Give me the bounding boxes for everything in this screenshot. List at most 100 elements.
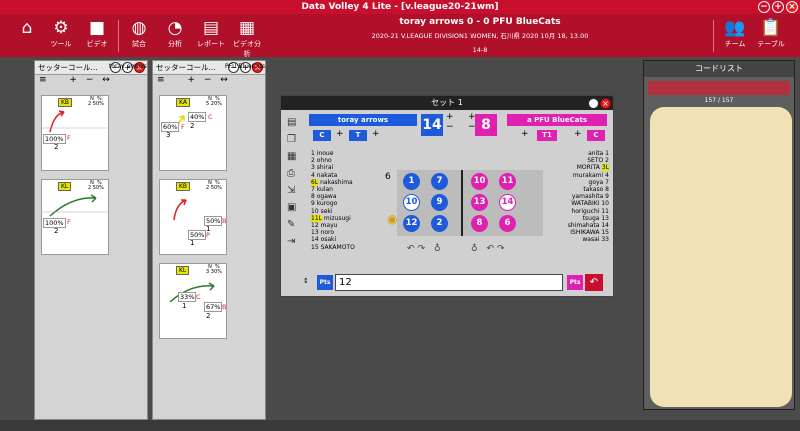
menu-icon[interactable]: ≡ bbox=[39, 75, 47, 85]
export-icon[interactable]: ⇲ bbox=[287, 182, 301, 199]
close-button[interactable]: × bbox=[600, 98, 611, 109]
roster-row[interactable]: wasai 33 bbox=[543, 236, 609, 243]
away-player[interactable]: 10 bbox=[471, 173, 488, 190]
roster-row[interactable]: takaso 8 bbox=[543, 186, 609, 193]
away-player[interactable]: 8 bbox=[471, 215, 488, 232]
add-icon[interactable]: + bbox=[372, 129, 380, 139]
roster-row[interactable]: 13 noro bbox=[311, 229, 391, 236]
home-player[interactable]: 1 bbox=[403, 173, 420, 190]
home-tag-t[interactable]: T bbox=[349, 130, 367, 141]
roster-row[interactable]: 6L nakashima bbox=[311, 178, 391, 186]
roster-row[interactable]: 14 osaki bbox=[311, 236, 391, 243]
add-icon[interactable]: + bbox=[187, 75, 195, 85]
away-player[interactable]: 11 bbox=[499, 173, 516, 190]
remove-icon[interactable]: − bbox=[86, 75, 94, 85]
minimize-button[interactable]: − bbox=[588, 98, 599, 109]
team-icon: 👥 bbox=[724, 18, 746, 38]
add-icon[interactable]: + bbox=[336, 129, 344, 139]
grid-icon[interactable]: ▦ bbox=[287, 148, 301, 165]
edit-icon[interactable]: ✎ bbox=[287, 216, 301, 233]
setter-card[interactable]: KB N % 2 50% 50% B 1 50% P 1 bbox=[159, 179, 227, 255]
away-tag-t1[interactable]: T1 bbox=[537, 130, 557, 141]
away-rotation-controls[interactable]: ♁ ↶↷ bbox=[471, 244, 508, 254]
home-player[interactable]: 2 bbox=[431, 215, 448, 232]
add-icon[interactable]: + bbox=[69, 75, 77, 85]
tools-button[interactable]: ⚙ ツール bbox=[44, 17, 78, 49]
roster-row[interactable]: tsuga 13 bbox=[543, 215, 609, 222]
save-icon[interactable]: ▣ bbox=[287, 199, 301, 216]
table-button[interactable]: 📋 テーブル bbox=[754, 17, 788, 49]
attack-count: 2 bbox=[54, 227, 59, 235]
home-player[interactable]: 9 bbox=[431, 194, 448, 211]
undo-button[interactable]: ↶ bbox=[585, 274, 603, 291]
roster-row[interactable]: MORITA 3L bbox=[543, 164, 609, 172]
setter-card[interactable]: KB N % 2 50% 100% F 2 bbox=[41, 95, 109, 171]
add-icon[interactable]: + bbox=[574, 129, 582, 139]
home-team-bar[interactable]: toray arrows bbox=[309, 114, 417, 126]
expand-icon[interactable]: ↔ bbox=[102, 75, 110, 85]
close-button[interactable]: × bbox=[786, 1, 798, 13]
minimize-button[interactable]: − bbox=[758, 1, 770, 13]
home-tag-c[interactable]: C bbox=[313, 130, 331, 141]
home-player[interactable]: 7 bbox=[431, 173, 448, 190]
remove-icon[interactable]: − bbox=[204, 75, 212, 85]
attack-count: 2 bbox=[54, 143, 59, 151]
away-player[interactable]: 13 bbox=[471, 194, 488, 211]
report-button[interactable]: ▤ レポート bbox=[194, 17, 228, 49]
away-team-bar[interactable]: a PFU BlueCats bbox=[507, 114, 607, 126]
roster-row[interactable]: 9 kurogo bbox=[311, 200, 391, 207]
attack-zone-letter: B bbox=[222, 217, 227, 225]
copy-icon[interactable]: ❐ bbox=[287, 131, 301, 148]
roster-row[interactable]: 3 shirai bbox=[311, 164, 391, 171]
team-button[interactable]: 👥 チーム bbox=[718, 17, 752, 49]
away-points-button[interactable]: Pts bbox=[567, 275, 583, 290]
away-player[interactable]: 14 bbox=[499, 194, 516, 211]
roster-row[interactable]: yamashita 9 bbox=[543, 193, 609, 200]
video-button[interactable]: ■ ビデオ bbox=[80, 17, 114, 49]
roster-row[interactable]: anita 1 bbox=[543, 150, 609, 157]
code-list-active-row[interactable] bbox=[648, 81, 790, 95]
add-icon[interactable]: + bbox=[521, 129, 529, 139]
expand-icon[interactable]: ↔ bbox=[220, 75, 228, 85]
list-icon[interactable]: ▤ bbox=[287, 114, 301, 131]
roster-row[interactable]: 11L mizusugi bbox=[311, 214, 391, 222]
home-player[interactable]: 10 bbox=[403, 194, 420, 211]
scout-code-input[interactable]: 12 bbox=[335, 274, 563, 291]
roster-row[interactable]: 7 kulan bbox=[311, 186, 391, 193]
roster-row[interactable]: 8 ogawa bbox=[311, 193, 391, 200]
roster-row[interactable]: 10 seki bbox=[311, 208, 391, 215]
roster-row[interactable]: goya 7 bbox=[543, 179, 609, 186]
dialog-header[interactable]: セット 1 − × bbox=[281, 96, 613, 110]
video-analysis-button[interactable]: ▦ ビデオ分析 bbox=[230, 17, 264, 59]
setter-card[interactable]: KL N % 2 50% 100% F 2 bbox=[41, 179, 109, 255]
home-player[interactable]: 12 bbox=[403, 215, 420, 232]
print-icon[interactable]: ⎙ bbox=[287, 165, 301, 182]
home-rotation-controls[interactable]: ↶↷ ♁ bbox=[407, 244, 444, 254]
roster-row[interactable]: WATABIKI 10 bbox=[543, 200, 609, 207]
home-score-adjust[interactable]: + − bbox=[446, 112, 454, 132]
roster-row[interactable]: 1 inoue bbox=[311, 150, 391, 157]
away-tag-c[interactable]: C bbox=[587, 130, 605, 141]
roster-row[interactable]: horiguchi 11 bbox=[543, 208, 609, 215]
call-stats: N % 2 50% bbox=[206, 181, 222, 191]
roster-row[interactable]: shimahata 14 bbox=[543, 222, 609, 229]
roster-row[interactable]: murakami 4 bbox=[543, 172, 609, 179]
analysis-button[interactable]: ◔ 分析 bbox=[158, 17, 192, 49]
exit-icon[interactable]: ⇥ bbox=[287, 233, 301, 250]
roster-row[interactable]: SETO 2 bbox=[543, 157, 609, 164]
setter-card[interactable]: KA N % 5 20% 40% C 2 60% F 3 bbox=[159, 95, 227, 171]
home-points-button[interactable]: Pts bbox=[317, 275, 333, 290]
home-button[interactable]: ⌂ bbox=[10, 17, 44, 39]
roster-row[interactable]: 12 mayu bbox=[311, 222, 391, 229]
pin-icon[interactable]: ↕ bbox=[303, 277, 309, 285]
roster-row[interactable]: 2 ohno bbox=[311, 157, 391, 164]
code-list-entries[interactable] bbox=[650, 107, 792, 407]
match-button[interactable]: ◍ 試合 bbox=[122, 17, 156, 49]
maximize-button[interactable]: + bbox=[772, 1, 784, 13]
away-player[interactable]: 6 bbox=[499, 215, 516, 232]
roster-row[interactable]: 15 SAKAMOTO bbox=[311, 244, 391, 251]
roster-row[interactable]: 4 nakata bbox=[311, 172, 391, 179]
setter-card[interactable]: KL N % 3 30% 33% C 1 67% B 2 bbox=[159, 263, 227, 339]
roster-row[interactable]: ISHIKAWA 15 bbox=[543, 229, 609, 236]
menu-icon[interactable]: ≡ bbox=[157, 75, 165, 85]
